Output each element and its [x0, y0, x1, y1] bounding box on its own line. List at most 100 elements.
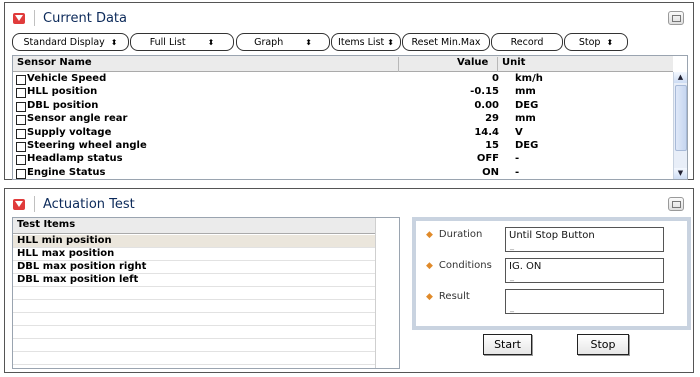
conditions-value: IG. ON [509, 261, 542, 272]
test-items-header: Test Items [13, 218, 375, 234]
scroll-up-icon[interactable]: ▲ [674, 72, 687, 83]
sensor-name: Vehicle Speed [27, 73, 107, 84]
sensor-rows: Vehicle Speed 0 km/h HLL position -0.15 … [13, 73, 673, 179]
sensor-unit: mm [515, 113, 536, 125]
record-button[interactable]: Record [491, 33, 563, 51]
current-data-panel: Current Data Standard Display ⬍ Full Lis… [4, 2, 694, 180]
unit-column-header[interactable]: Unit [502, 57, 525, 68]
collapse-arrow-icon[interactable] [13, 198, 25, 210]
row-checkbox[interactable] [16, 141, 26, 152]
sensor-value: 0.00 [474, 99, 499, 111]
list-item[interactable]: DBL max position left [13, 274, 375, 286]
reset-min-max-button[interactable]: Reset Min.Max [402, 33, 490, 51]
standard-display-dropdown[interactable]: Standard Display ⬍ [12, 33, 129, 51]
sensor-unit: mm [515, 86, 536, 98]
updown-arrow-icon: ⬍ [305, 37, 312, 47]
current-data-title-bar: Current Data [13, 9, 127, 27]
title-separator [34, 10, 35, 26]
duration-row: ◆ Duration [426, 229, 482, 240]
sensor-name-column-header[interactable]: Sensor Name [17, 57, 92, 68]
row-checkbox[interactable] [16, 155, 26, 166]
title-separator [34, 196, 35, 212]
conditions-label: Conditions [438, 260, 492, 271]
table-row[interactable]: Supply voltage 14.4 V [13, 127, 673, 140]
standard-display-label: Standard Display [23, 36, 105, 48]
table-row[interactable]: Engine Status ON - [13, 166, 673, 179]
bullet-icon: ◆ [426, 292, 433, 302]
full-list-label: Full List [149, 36, 186, 48]
table-row[interactable]: Headlamp status OFF - [13, 153, 673, 166]
bullet-icon: ◆ [426, 261, 433, 271]
row-divider [13, 260, 375, 261]
updown-arrow-icon: ⬍ [207, 37, 215, 47]
restore-window-icon[interactable] [668, 11, 684, 25]
sensor-name: HLL position [27, 86, 98, 98]
actuation-test-title: Actuation Test [43, 196, 135, 212]
result-field: _ [505, 289, 664, 314]
reset-min-max-label: Reset Min.Max [411, 36, 481, 48]
sensor-unit: DEG [515, 139, 539, 151]
duration-label: Duration [438, 229, 483, 240]
sensor-unit: DEG [515, 99, 539, 111]
sensor-name: DBL position [27, 99, 99, 111]
result-row: ◆ Result [426, 291, 470, 302]
full-list-dropdown[interactable]: Full List ⬍ [130, 33, 234, 51]
updown-arrow-icon: ⬍ [387, 37, 394, 47]
row-checkbox[interactable] [16, 88, 26, 99]
conditions-field: IG. ON _ [505, 258, 664, 283]
column-divider [398, 57, 399, 72]
list-item[interactable]: HLL max position [13, 248, 375, 260]
table-row[interactable]: DBL position 0.00 DEG [13, 100, 673, 113]
table-row[interactable]: HLL position -0.15 mm [13, 86, 673, 99]
row-checkbox[interactable] [16, 75, 26, 85]
row-checkbox[interactable] [16, 168, 26, 179]
row-checkbox[interactable] [16, 115, 26, 126]
items-list-label: Items List [338, 36, 385, 48]
row-checkbox[interactable] [16, 101, 26, 112]
sensor-data-table: Sensor Name Value Unit Vehicle Speed 0 k… [12, 55, 688, 180]
table-row[interactable]: Steering wheel angle 15 DEG [13, 140, 673, 153]
row-divider [13, 286, 375, 287]
row-divider [13, 364, 375, 365]
conditions-row: ◆ Conditions [426, 260, 492, 271]
sensor-name: Headlamp status [27, 153, 123, 165]
row-divider [13, 325, 375, 326]
row-checkbox[interactable] [16, 128, 26, 139]
sensor-value: 15 [485, 139, 499, 151]
scrollbar-thumb[interactable] [675, 85, 687, 151]
table-row[interactable]: Vehicle Speed 0 km/h [13, 73, 673, 86]
stop-dropdown[interactable]: Stop ⬍ [564, 33, 628, 51]
row-divider [13, 338, 375, 339]
sensor-value: 0 [492, 73, 499, 84]
items-list-dropdown[interactable]: Items List ⬍ [331, 33, 401, 51]
start-label: Start [494, 338, 521, 351]
start-button[interactable]: Start [483, 334, 532, 355]
list-item[interactable]: DBL max position right [13, 261, 375, 273]
sensor-unit: V [515, 126, 523, 138]
table-header: Sensor Name Value Unit [13, 56, 673, 72]
graph-dropdown[interactable]: Graph ⬍ [236, 33, 330, 51]
updown-arrow-icon: ⬍ [110, 37, 118, 47]
table-row[interactable]: Sensor angle rear 29 mm [13, 113, 673, 126]
sensor-unit: - [515, 166, 520, 178]
restore-window-icon[interactable] [668, 197, 684, 211]
stop-label: Stop [590, 338, 616, 351]
sensor-unit: - [515, 153, 520, 165]
field-cursor: _ [510, 241, 514, 250]
scroll-down-icon[interactable]: ▼ [674, 168, 687, 179]
sensor-name: Sensor angle rear [27, 113, 128, 125]
sensor-value: OFF [476, 153, 499, 165]
list-item[interactable]: HLL min position [13, 235, 375, 247]
stop-label: Stop [578, 36, 601, 48]
collapse-arrow-icon[interactable] [13, 12, 25, 24]
value-column-header[interactable]: Value [457, 57, 488, 68]
sensor-unit: km/h [515, 73, 543, 84]
sensor-value: ON [482, 166, 499, 178]
stop-button[interactable]: Stop [577, 334, 629, 355]
duration-field: Until Stop Button _ [505, 227, 664, 252]
vertical-scrollbar[interactable]: ▲ ▼ [673, 72, 687, 179]
test-items-list: Test Items HLL min position HLL max posi… [12, 217, 400, 369]
row-divider [13, 247, 375, 248]
updown-arrow-icon: ⬍ [606, 37, 614, 47]
sensor-value: -0.15 [470, 86, 499, 98]
